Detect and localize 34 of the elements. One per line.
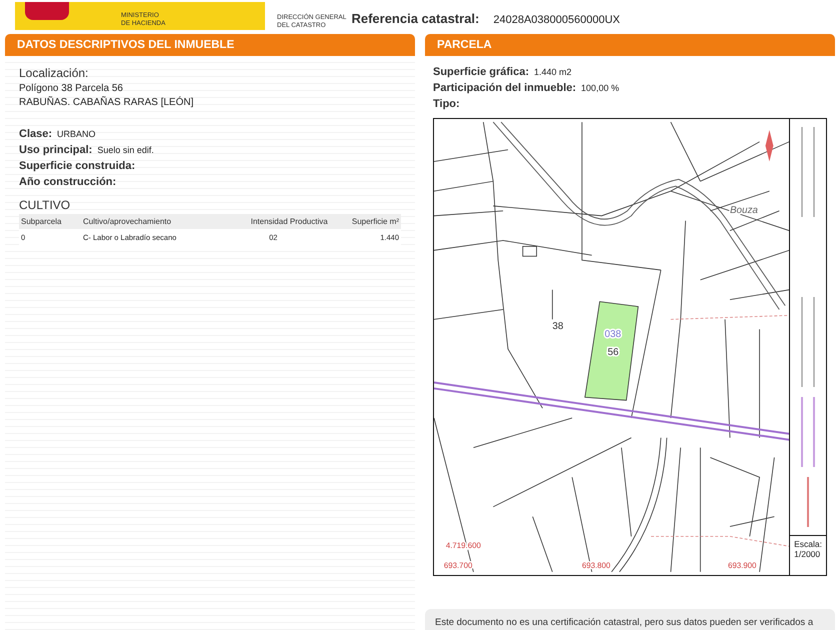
- map-label: 56: [608, 346, 619, 358]
- location-text: RABUÑAS. CABAÑAS RARAS [LEÓN]: [19, 97, 194, 108]
- column-header: Cultivo/aprovechamiento: [81, 214, 217, 229]
- field-label: Tipo:: [433, 98, 460, 110]
- field-value: 100,00 %: [581, 83, 620, 93]
- map-label: 693.700: [444, 560, 472, 570]
- reference-label: Referencia catastral:: [351, 11, 480, 26]
- field-label: Superficie gráfica:: [433, 66, 529, 78]
- scale-label: Escala:: [794, 539, 822, 549]
- map-label: 38: [552, 321, 564, 332]
- field-value: URBANO: [57, 129, 96, 139]
- reference-value: 24028A038000560000UX: [493, 14, 620, 26]
- field-label: Clase:: [19, 128, 52, 140]
- section-title: CULTIVO: [19, 198, 72, 212]
- field-value: 1.440 m2: [534, 67, 572, 77]
- location-text: Polígono 38 Parcela 56: [19, 83, 124, 94]
- north-arrow-icon: [765, 130, 774, 162]
- crest-icon: [25, 2, 69, 20]
- column-header: Intensidad Productiva: [216, 214, 330, 229]
- field-label: Año construcción:: [19, 176, 116, 188]
- field-value: Suelo sin edif.: [97, 145, 154, 155]
- scale-value: 1/2000: [794, 549, 822, 559]
- column-header: Subparcela: [19, 214, 82, 229]
- map-label: 038: [604, 329, 622, 340]
- location-label: Localización:: [19, 66, 90, 80]
- field-label: Participación del inmueble:: [433, 82, 576, 94]
- disclaimer-text: Este documento no es una certificación catastral, pero sus datos pueden ser verificados a: [425, 609, 835, 630]
- panel-title: DATOS DESCRIPTIVOS DEL INMUEBLE: [5, 34, 415, 56]
- map-label: Bouza: [730, 204, 758, 216]
- field-label: Superficie construida:: [19, 160, 136, 172]
- panel-title: PARCELA: [425, 34, 835, 56]
- field-label: Uso principal:: [19, 144, 92, 156]
- column-header: Superficie m²: [330, 214, 401, 229]
- map-label: 693.900: [728, 560, 756, 570]
